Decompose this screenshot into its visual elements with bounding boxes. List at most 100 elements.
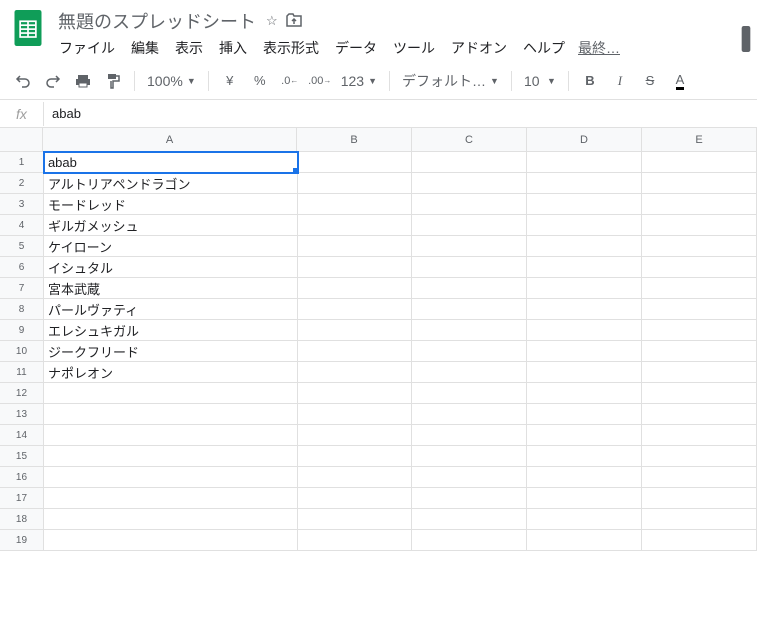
cell-D6[interactable] <box>527 257 642 278</box>
cell-E12[interactable] <box>642 383 757 404</box>
cell-A16[interactable] <box>44 467 298 488</box>
font-dropdown[interactable]: デフォルト…▼ <box>398 71 503 91</box>
cell-D7[interactable] <box>527 278 642 299</box>
cell-C9[interactable] <box>412 320 527 341</box>
cell-C12[interactable] <box>412 383 527 404</box>
cell-B8[interactable] <box>298 299 413 320</box>
strikethrough-button[interactable]: S <box>637 68 663 94</box>
cell-E1[interactable] <box>642 152 757 173</box>
menu-addons[interactable]: アドオン <box>444 34 514 62</box>
row-header[interactable]: 12 <box>0 383 44 404</box>
menu-format[interactable]: 表示形式 <box>256 34 326 62</box>
cell-C10[interactable] <box>412 341 527 362</box>
undo-button[interactable] <box>10 68 36 94</box>
cell-E8[interactable] <box>642 299 757 320</box>
cell-A11[interactable]: ナポレオン <box>44 362 298 383</box>
cell-C7[interactable] <box>412 278 527 299</box>
cell-C6[interactable] <box>412 257 527 278</box>
cell-A17[interactable] <box>44 488 298 509</box>
cell-B14[interactable] <box>298 425 413 446</box>
row-header[interactable]: 14 <box>0 425 44 446</box>
row-header[interactable]: 11 <box>0 362 44 383</box>
menu-help[interactable]: ヘルプ <box>516 34 572 62</box>
star-icon[interactable]: ☆ <box>266 13 278 29</box>
cell-D19[interactable] <box>527 530 642 551</box>
cell-B10[interactable] <box>298 341 413 362</box>
cell-D1[interactable] <box>527 152 642 173</box>
cell-E11[interactable] <box>642 362 757 383</box>
cell-E16[interactable] <box>642 467 757 488</box>
cell-B13[interactable] <box>298 404 413 425</box>
cell-C15[interactable] <box>412 446 527 467</box>
cell-C11[interactable] <box>412 362 527 383</box>
cell-A8[interactable]: パールヴァティ <box>44 299 298 320</box>
cell-E9[interactable] <box>642 320 757 341</box>
row-header[interactable]: 10 <box>0 341 44 362</box>
cell-D2[interactable] <box>527 173 642 194</box>
cell-C1[interactable] <box>412 152 527 173</box>
menu-data[interactable]: データ <box>328 34 384 62</box>
cell-A19[interactable] <box>44 530 298 551</box>
print-button[interactable] <box>70 68 96 94</box>
cell-E15[interactable] <box>642 446 757 467</box>
cell-D5[interactable] <box>527 236 642 257</box>
sheets-logo[interactable] <box>8 8 48 48</box>
italic-button[interactable]: I <box>607 68 633 94</box>
row-header[interactable]: 6 <box>0 257 44 278</box>
row-header[interactable]: 19 <box>0 530 44 551</box>
row-header[interactable]: 4 <box>0 215 44 236</box>
cell-C16[interactable] <box>412 467 527 488</box>
menu-file[interactable]: ファイル <box>52 34 122 62</box>
col-header-C[interactable]: C <box>412 128 527 152</box>
cell-B7[interactable] <box>298 278 413 299</box>
menu-view[interactable]: 表示 <box>168 34 210 62</box>
cell-D15[interactable] <box>527 446 642 467</box>
redo-button[interactable] <box>40 68 66 94</box>
cell-A9[interactable]: エレシュキガル <box>44 320 298 341</box>
cell-C8[interactable] <box>412 299 527 320</box>
menu-edit[interactable]: 編集 <box>124 34 166 62</box>
menu-tools[interactable]: ツール <box>386 34 442 62</box>
cell-B5[interactable] <box>298 236 413 257</box>
row-header[interactable]: 5 <box>0 236 44 257</box>
row-header[interactable]: 3 <box>0 194 44 215</box>
decrease-decimal-button[interactable]: .0← <box>277 68 303 94</box>
cell-E17[interactable] <box>642 488 757 509</box>
cell-C5[interactable] <box>412 236 527 257</box>
zoom-dropdown[interactable]: 100%▼ <box>143 73 200 89</box>
font-size-dropdown[interactable]: 10▼ <box>520 73 560 89</box>
cell-A13[interactable] <box>44 404 298 425</box>
bold-button[interactable]: B <box>577 68 603 94</box>
cell-B4[interactable] <box>298 215 413 236</box>
cell-C3[interactable] <box>412 194 527 215</box>
cell-D9[interactable] <box>527 320 642 341</box>
row-header[interactable]: 9 <box>0 320 44 341</box>
increase-decimal-button[interactable]: .00→ <box>307 68 333 94</box>
cell-A18[interactable] <box>44 509 298 530</box>
col-header-E[interactable]: E <box>642 128 757 152</box>
cell-A12[interactable] <box>44 383 298 404</box>
row-header[interactable]: 1 <box>0 152 44 173</box>
number-format-dropdown[interactable]: 123▼ <box>337 73 381 89</box>
col-header-A[interactable]: A <box>43 128 297 152</box>
cell-A10[interactable]: ジークフリード <box>44 341 298 362</box>
text-color-button[interactable]: A <box>667 68 693 94</box>
cell-B6[interactable] <box>298 257 413 278</box>
cell-E18[interactable] <box>642 509 757 530</box>
document-title[interactable]: 無題のスプレッドシート <box>52 6 262 36</box>
cell-E5[interactable] <box>642 236 757 257</box>
cell-A14[interactable] <box>44 425 298 446</box>
cell-D17[interactable] <box>527 488 642 509</box>
cell-B9[interactable] <box>298 320 413 341</box>
cell-D11[interactable] <box>527 362 642 383</box>
cell-E3[interactable] <box>642 194 757 215</box>
cell-D16[interactable] <box>527 467 642 488</box>
row-header[interactable]: 7 <box>0 278 44 299</box>
row-header[interactable]: 8 <box>0 299 44 320</box>
cell-C13[interactable] <box>412 404 527 425</box>
cell-A7[interactable]: 宮本武蔵 <box>44 278 298 299</box>
cell-E6[interactable] <box>642 257 757 278</box>
row-header[interactable]: 18 <box>0 509 44 530</box>
select-all-corner[interactable] <box>0 128 43 152</box>
cell-A3[interactable]: モードレッド <box>44 194 298 215</box>
